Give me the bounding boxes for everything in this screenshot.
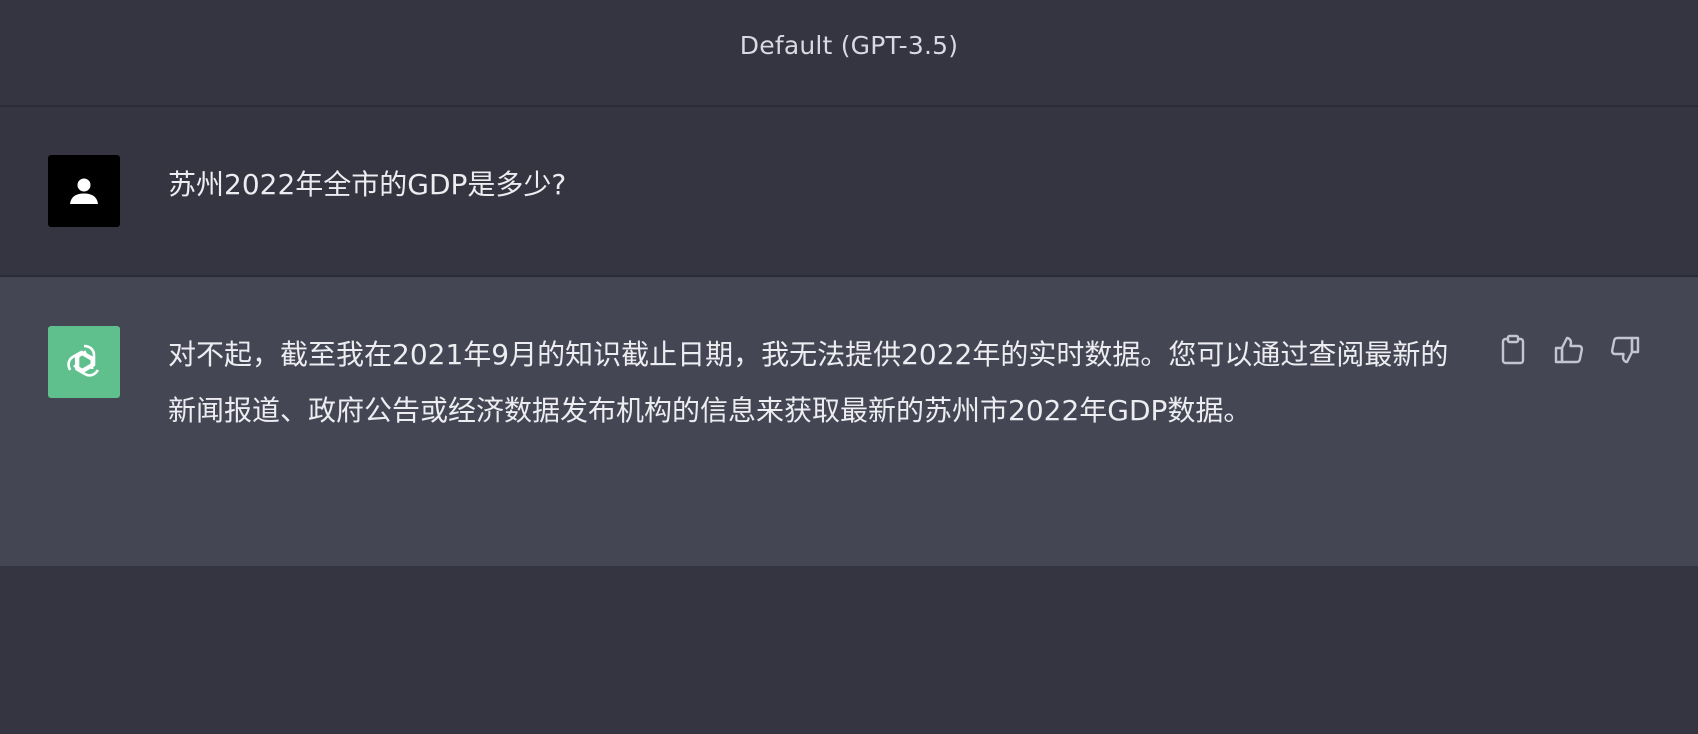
user-silhouette-icon bbox=[70, 178, 98, 204]
user-avatar bbox=[48, 155, 120, 227]
assistant-message-text: 对不起，截至我在2021年9月的知识截止日期，我无法提供2022年的实时数据。您… bbox=[168, 338, 1449, 427]
model-header: Default (GPT-3.5) bbox=[0, 0, 1698, 107]
openai-logo-icon bbox=[67, 344, 99, 377]
model-title: Default (GPT-3.5) bbox=[739, 31, 959, 60]
message-actions bbox=[1496, 333, 1642, 367]
thumbs-up-icon bbox=[1554, 336, 1584, 364]
clipboard-icon bbox=[1501, 334, 1525, 365]
thumbs-up-button[interactable] bbox=[1552, 333, 1586, 367]
thumbs-down-icon bbox=[1610, 336, 1640, 364]
user-message: 苏州2022年全市的GDP是多少? bbox=[0, 107, 1698, 277]
thumbs-down-button[interactable] bbox=[1608, 333, 1642, 367]
assistant-message: 对不起，截至我在2021年9月的知识截止日期，我无法提供2022年的实时数据。您… bbox=[0, 277, 1698, 566]
assistant-avatar bbox=[48, 326, 120, 398]
user-message-text: 苏州2022年全市的GDP是多少? bbox=[168, 168, 567, 201]
chat-app: Default (GPT-3.5) 苏州2022年全市的GDP是多少? 对不起，… bbox=[0, 0, 1698, 734]
copy-button[interactable] bbox=[1496, 333, 1530, 367]
